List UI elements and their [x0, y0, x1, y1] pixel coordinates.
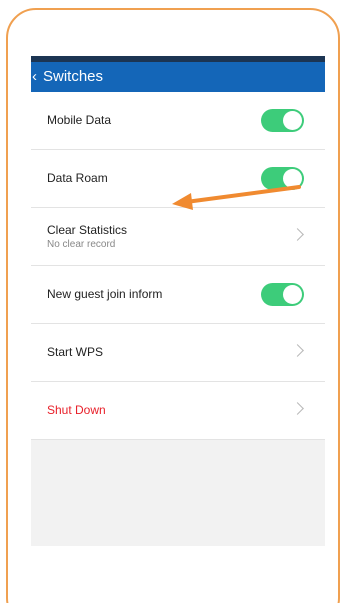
- row-label: Clear Statistics: [47, 223, 128, 237]
- chevron-right-icon: [291, 228, 304, 241]
- settings-list: Mobile Data Data Roam Clear Statistics N…: [31, 92, 325, 440]
- row-label: Start WPS: [47, 345, 104, 359]
- row-clear-statistics[interactable]: Clear Statistics No clear record: [31, 208, 325, 266]
- row-label: Shut Down: [47, 403, 106, 417]
- row-label: Data Roam: [47, 171, 108, 185]
- row-label: Mobile Data: [47, 113, 112, 127]
- mobile-data-toggle[interactable]: [261, 109, 304, 132]
- row-sublabel: No clear record: [47, 239, 116, 250]
- app-bar: ‹ Switches: [31, 62, 325, 92]
- row-label: New guest join inform: [47, 287, 163, 301]
- phone-screen: ‹ Switches Mobile Data Data Roam Clear S…: [31, 56, 325, 546]
- row-mobile-data: Mobile Data: [31, 92, 325, 150]
- chevron-right-icon: [291, 402, 304, 415]
- row-shut-down[interactable]: Shut Down: [31, 382, 325, 440]
- row-data-roam: Data Roam: [31, 150, 325, 208]
- page-title: Switches: [43, 68, 104, 85]
- chevron-right-icon: [291, 344, 304, 357]
- toggle-knob: [283, 169, 302, 188]
- row-guest-join-inform: New guest join inform: [31, 266, 325, 324]
- data-roam-toggle[interactable]: [261, 167, 304, 190]
- row-start-wps[interactable]: Start WPS: [31, 324, 325, 382]
- toggle-knob: [283, 111, 302, 130]
- guest-join-inform-toggle[interactable]: [261, 283, 304, 306]
- back-chevron-icon[interactable]: ‹: [32, 68, 37, 86]
- toggle-knob: [283, 285, 302, 304]
